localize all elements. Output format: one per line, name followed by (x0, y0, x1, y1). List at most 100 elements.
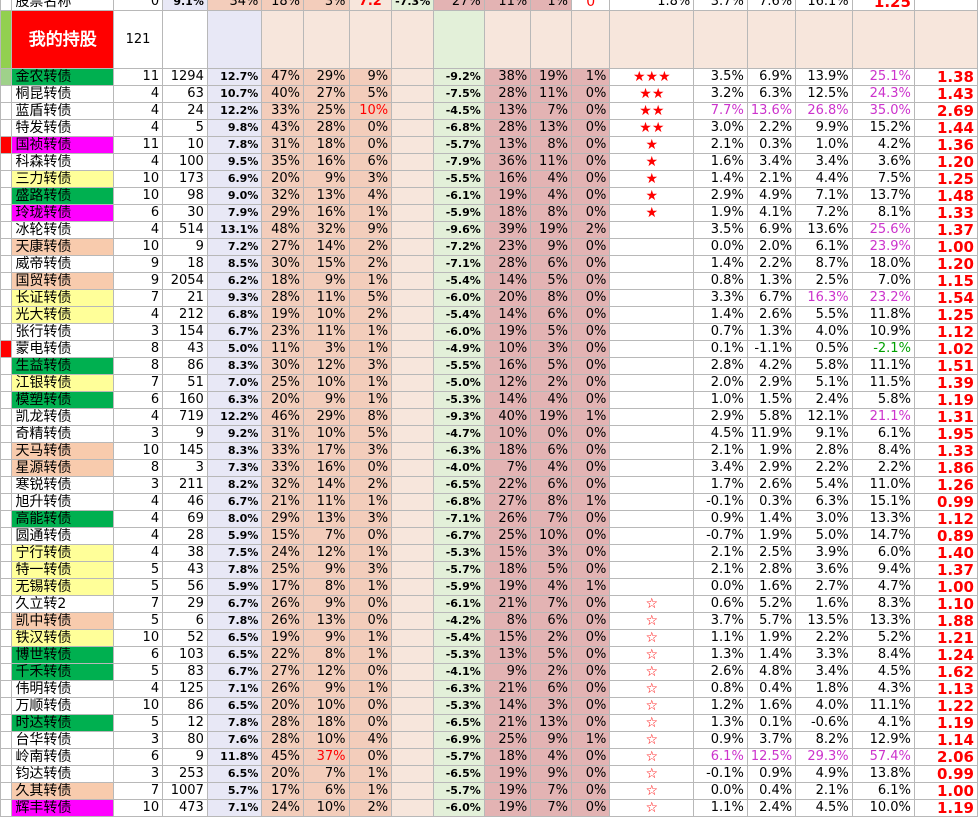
value-cell: 19% (530, 221, 572, 239)
value-cell: 29% (261, 510, 305, 528)
value-cell: 26.8% (795, 102, 853, 120)
value-cell: 13% (303, 612, 350, 630)
value-cell: -6.1% (433, 595, 485, 613)
value-cell (391, 748, 435, 766)
table-row: 三力转债 10 173 6.9% 20% 9% 3% -5.5% 16% 4% 0% ★ 1.4% 2.1… (0, 170, 978, 188)
value-cell: 13% (530, 119, 572, 137)
value-cell: 0% (570, 748, 611, 766)
value-cell: 13% (483, 102, 532, 120)
value-cell: 6% (530, 476, 572, 494)
value-cell: 13.5% (795, 612, 853, 630)
value-cell: 4 (113, 493, 164, 511)
value-cell: 1% (348, 374, 393, 392)
value-cell: 13.8% (851, 765, 915, 783)
value-cell: 18 (162, 255, 208, 273)
price-cell: 1.44 (913, 119, 978, 137)
value-cell: 18% (303, 136, 350, 154)
row-marker (0, 357, 13, 375)
table-row: 特发转债 4 5 9.8% 43% 28% 0% -6.8% 28% 13% 0% ★★ 3.0% 2.2… (0, 119, 978, 137)
value-cell: 30% (261, 357, 305, 375)
rating-stars (609, 306, 695, 324)
value-cell: 0% (570, 680, 611, 698)
table-row: 久其转债 7 1007 5.7% 17% 6% 1% -5.7% 19% 7% 0% ☆ 0.0% 0.4… (0, 782, 978, 800)
value-cell: 2.1% (795, 782, 853, 800)
value-cell: 719 (162, 408, 208, 426)
table-row: 科森转债 4 100 9.5% 35% 16% 6% -7.9% 36% 11% 0% ★ 1.6% 3.… (0, 153, 978, 171)
value-cell: 3% (348, 170, 393, 188)
value-cell: 1.9% (693, 204, 748, 222)
value-cell: 22% (483, 476, 532, 494)
table-row: 冰轮转债 4 514 13.1% 48% 32% 9% -9.6% 39% 19% 2% 3.5% 6.… (0, 221, 978, 239)
price-cell: 1.37 (913, 561, 978, 579)
price-cell: 1.12 (913, 510, 978, 528)
value-cell: 1% (348, 680, 393, 698)
value-cell (391, 578, 435, 596)
value-cell: 6.1% (851, 782, 915, 800)
value-cell: -6.3% (433, 442, 485, 460)
value-cell: 5% (530, 646, 572, 664)
value-cell: 23.2% (851, 289, 915, 307)
value-cell: 4.0% (795, 323, 853, 341)
value-cell: 10% (303, 799, 350, 817)
value-cell: 13.6% (746, 102, 797, 120)
value-cell: 10 (113, 629, 164, 647)
stub-cell: 3.7% (693, 0, 748, 11)
value-cell: 1.6% (746, 578, 797, 596)
value-cell: 4% (530, 459, 572, 477)
value-cell (391, 289, 435, 307)
bond-name: 模塑转债 (11, 391, 115, 409)
value-cell: 0% (570, 697, 611, 715)
value-cell: 19% (483, 578, 532, 596)
row-marker (0, 323, 13, 341)
value-cell: 1.4% (693, 306, 748, 324)
value-cell: 20% (261, 391, 305, 409)
value-cell: 11% (530, 85, 572, 103)
rating-stars: ★ (609, 187, 695, 205)
value-cell: 514 (162, 221, 208, 239)
value-cell: 17% (261, 578, 305, 596)
value-cell: 0% (570, 102, 611, 120)
value-cell: 6.5% (206, 646, 263, 664)
value-cell: 19% (483, 782, 532, 800)
value-cell: 4.8% (746, 663, 797, 681)
value-cell: 11.1% (851, 357, 915, 375)
row-marker (0, 187, 13, 205)
value-cell: 14% (483, 391, 532, 409)
value-cell: 11 (113, 136, 164, 154)
value-cell: 1.6% (693, 153, 748, 171)
table-row: 宁行转债 4 38 7.5% 24% 12% 1% -5.3% 15% 3% 0% 2.1% 2.5% 3… (0, 544, 978, 562)
value-cell: 0% (570, 153, 611, 171)
bond-name: 久其转债 (11, 782, 115, 800)
header-cell (162, 10, 208, 69)
value-cell: 12.2% (206, 408, 263, 426)
rating-stars: ☆ (609, 765, 695, 783)
value-cell: 13% (483, 646, 532, 664)
price-cell: 1.21 (913, 629, 978, 647)
value-cell: 19% (261, 306, 305, 324)
value-cell: 6.3% (795, 493, 853, 511)
value-cell: 4 (113, 408, 164, 426)
value-cell: 3.6% (795, 561, 853, 579)
rating-stars: ☆ (609, 680, 695, 698)
value-cell: 4.9% (746, 187, 797, 205)
value-cell: 100 (162, 153, 208, 171)
rating-stars (609, 374, 695, 392)
row-marker (0, 221, 13, 239)
value-cell: 6.7% (206, 595, 263, 613)
value-cell: 1% (348, 493, 393, 511)
value-cell: 23% (261, 323, 305, 341)
value-cell: 38% (483, 68, 532, 86)
rating-stars: ★ (609, 170, 695, 188)
value-cell: 0% (348, 663, 393, 681)
value-cell: 0% (570, 425, 611, 443)
value-cell: 3% (530, 544, 572, 562)
table-row: 光大转债 4 212 6.8% 19% 10% 2% -5.4% 14% 6% 0% 1.4% 2.6%… (0, 306, 978, 324)
bond-name: 凯龙转债 (11, 408, 115, 426)
value-cell: 10 (113, 442, 164, 460)
value-cell (391, 731, 435, 749)
value-cell: 1% (348, 272, 393, 290)
value-cell: 0% (570, 527, 611, 545)
value-cell (391, 663, 435, 681)
value-cell: 1.6% (795, 595, 853, 613)
rating-stars (609, 442, 695, 460)
